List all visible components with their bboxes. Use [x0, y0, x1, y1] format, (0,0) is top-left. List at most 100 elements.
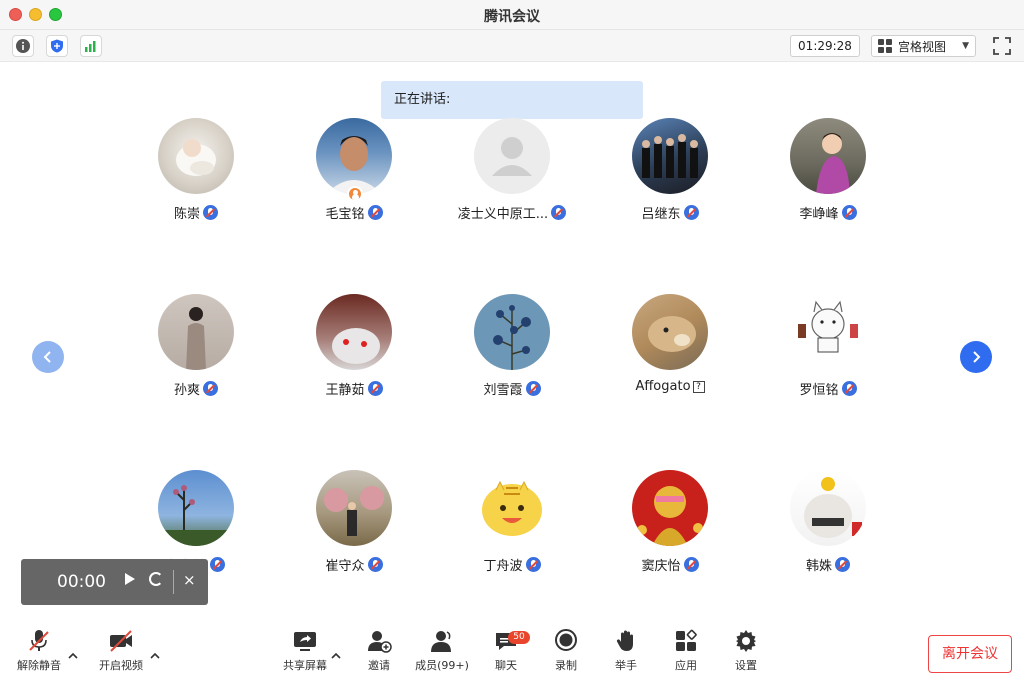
chevron-right-icon — [973, 351, 981, 363]
participant-tile[interactable]: 吕继东 — [595, 118, 745, 238]
chevron-left-icon — [43, 351, 51, 363]
apps-label: 应用 — [675, 659, 697, 672]
default-avatar — [474, 118, 550, 194]
apps-button[interactable]: 应用 — [656, 628, 716, 678]
shield-icon[interactable] — [46, 35, 68, 57]
record-icon — [555, 629, 577, 651]
avatar — [474, 470, 550, 546]
playback-overlay: 00:00 × — [21, 559, 208, 605]
raise-hand-label: 举手 — [615, 659, 637, 672]
info-icon[interactable] — [12, 35, 34, 57]
window-title: 腾讯会议 — [484, 9, 540, 25]
participant-tile[interactable]: 崔守众 — [279, 470, 429, 590]
start-video-label: 开启视频 — [99, 659, 143, 672]
avatar — [632, 470, 708, 546]
chevron-up-icon[interactable] — [149, 650, 161, 662]
next-page-button[interactable] — [960, 341, 992, 373]
participant-name: 凌士义中原工... — [437, 203, 587, 222]
members-button[interactable]: 成员(99+) — [412, 628, 472, 678]
leave-meeting-button[interactable]: 离开会议 — [928, 635, 1012, 673]
share-screen-label: 共享屏幕 — [283, 659, 327, 672]
avatar — [158, 294, 234, 370]
avatar — [474, 294, 550, 370]
members-label: 成员(99+) — [415, 659, 469, 672]
muted-mic-icon — [683, 205, 699, 220]
participant-tile[interactable]: 凌士义中原工... — [437, 118, 587, 238]
signal-icon[interactable] — [80, 35, 102, 57]
title-bar: 腾讯会议 — [0, 0, 1024, 30]
chevron-up-icon[interactable] — [330, 650, 342, 662]
share-screen-button[interactable]: 共享屏幕 — [275, 628, 335, 678]
muted-mic-icon — [203, 205, 218, 220]
participant-name: 毛宝铭 — [279, 203, 429, 222]
participant-name: 韩姝 — [753, 555, 903, 574]
participant-tile[interactable]: 韩姝 — [753, 470, 903, 590]
participant-name: 孙爽 — [121, 379, 271, 398]
participant-tile[interactable]: 罗恒铭 — [753, 294, 903, 414]
chevron-up-icon[interactable] — [67, 650, 79, 662]
participant-name: 刘雪霞 — [437, 379, 587, 398]
participant-name: 王静茹 — [279, 379, 429, 398]
speaking-indicator: 正在讲话: — [381, 81, 643, 119]
participant-tile[interactable]: 窦庆怡 — [595, 470, 745, 590]
muted-mic-icon — [841, 381, 857, 396]
participant-tile[interactable]: Affogato? — [595, 294, 745, 414]
participant-tile[interactable]: 丁舟波 — [437, 470, 587, 590]
separator — [173, 570, 174, 594]
chat-label: 聊天 — [495, 659, 517, 672]
view-mode-label: 宫格视图 — [898, 39, 947, 54]
close-icon[interactable]: × — [183, 571, 196, 589]
participant-name: 崔守众 — [279, 555, 429, 574]
participant-tile[interactable]: 毛宝铭 — [279, 118, 429, 238]
unmute-label: 解除静音 — [17, 659, 61, 672]
participant-name: 罗恒铭 — [753, 379, 903, 398]
invite-button[interactable]: 邀请 — [349, 628, 409, 678]
participant-name: 李峥峰 — [753, 203, 903, 222]
host-badge-icon — [347, 186, 363, 202]
avatar — [158, 118, 234, 194]
raise-hand-icon — [616, 630, 633, 651]
participant-tile[interactable]: 刘雪霞 — [437, 294, 587, 414]
fullscreen-icon[interactable] — [992, 36, 1012, 56]
avatar — [316, 294, 392, 370]
record-button[interactable]: 录制 — [536, 628, 596, 678]
raise-hand-button[interactable]: 举手 — [596, 628, 656, 678]
share-screen-icon — [294, 632, 316, 651]
video-off-icon — [110, 630, 132, 652]
participant-tile[interactable]: 孙爽 — [121, 294, 271, 414]
muted-mic-icon — [203, 381, 218, 396]
muted-mic-icon — [209, 557, 225, 572]
muted-mic-icon — [367, 557, 383, 572]
muted-mic-icon — [551, 205, 567, 220]
unmute-button[interactable]: 解除静音 — [9, 628, 69, 678]
replay-icon[interactable] — [149, 572, 163, 586]
muted-mic-icon — [525, 557, 541, 572]
play-icon[interactable] — [125, 573, 135, 585]
participant-tile[interactable]: 王静茹 — [279, 294, 429, 414]
grid-view-icon — [878, 39, 892, 53]
participant-name: 窦庆怡 — [595, 555, 745, 574]
participant-tile[interactable]: 李峥峰 — [753, 118, 903, 238]
start-video-button[interactable]: 开启视频 — [91, 628, 151, 678]
participant-name: Affogato? — [595, 379, 745, 394]
muted-mic-icon — [841, 205, 857, 220]
meeting-toolbar: 01:29:28 宫格视图 ▼ — [0, 30, 1024, 62]
playback-time: 00:00 — [57, 572, 106, 592]
avatar — [790, 294, 866, 370]
participant-tile[interactable]: 陈崇 — [121, 118, 271, 238]
muted-mic-icon — [835, 557, 850, 572]
participant-name: 丁舟波 — [437, 555, 587, 574]
avatar — [632, 118, 708, 194]
invite-label: 邀请 — [368, 659, 390, 672]
settings-label: 设置 — [735, 659, 757, 672]
view-mode-dropdown[interactable]: 宫格视图 ▼ — [871, 35, 976, 57]
chat-unread-badge: 50 — [508, 631, 530, 644]
apps-icon — [676, 629, 697, 651]
previous-page-button[interactable] — [32, 341, 64, 373]
settings-button[interactable]: 设置 — [716, 628, 776, 678]
avatar — [158, 470, 234, 546]
muted-mic-icon — [525, 381, 541, 396]
muted-mic-icon — [683, 557, 699, 572]
invite-icon — [368, 631, 392, 653]
participant-name: 陈崇 — [121, 203, 271, 222]
